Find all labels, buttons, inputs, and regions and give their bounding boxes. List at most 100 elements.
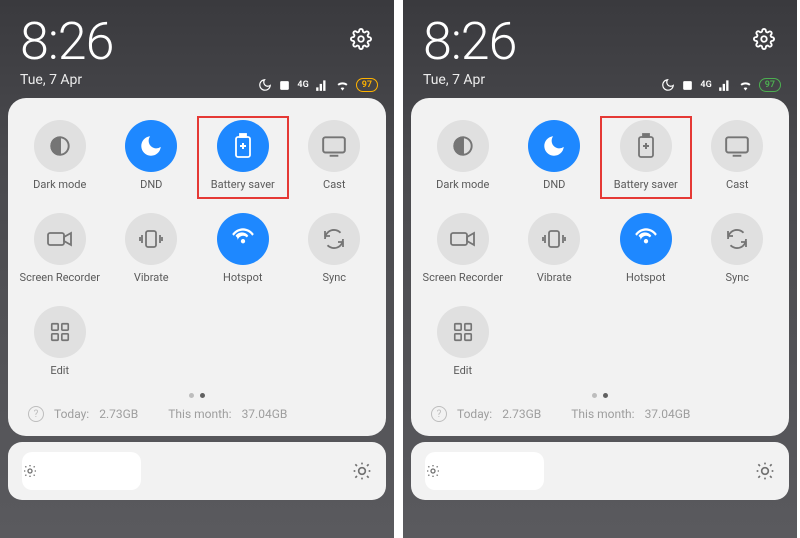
- clock: 8:26: [20, 16, 374, 68]
- toggle-dnd[interactable]: DND: [509, 116, 601, 199]
- cast-icon: [308, 120, 360, 172]
- settings-icon[interactable]: [350, 28, 372, 50]
- cast-icon: [711, 120, 763, 172]
- page-dot-active[interactable]: [603, 393, 608, 398]
- dnd-icon: [528, 120, 580, 172]
- sync-icon: [308, 213, 360, 265]
- page-dot[interactable]: [592, 393, 597, 398]
- toggle-sync[interactable]: Sync: [289, 209, 381, 292]
- toggle-hotspot[interactable]: Hotspot: [600, 209, 692, 292]
- status-bar: 8:26 Tue, 7 Apr 4G 97: [0, 0, 394, 92]
- toggle-grid: Dark mode DND Battery saver Cast Screen Reco…: [417, 116, 783, 385]
- toggle-grid: Dark mode DND Battery saver Cast Screen Reco…: [14, 116, 380, 385]
- toggle-label: Edit: [453, 364, 472, 377]
- battery-indicator: 97: [356, 78, 378, 92]
- toggle-cast[interactable]: Cast: [289, 116, 381, 199]
- quick-settings-panel: Dark mode DND Battery saver Cast Screen Reco…: [8, 98, 386, 436]
- toggle-label: Battery saver: [614, 178, 678, 191]
- toggle-label: Dark mode: [436, 178, 489, 191]
- sim-icon: [278, 79, 291, 92]
- toggle-vibrate[interactable]: Vibrate: [106, 209, 198, 292]
- page-dot-active[interactable]: [200, 393, 205, 398]
- toggle-label: Screen Recorder: [20, 271, 100, 284]
- toggle-label: Vibrate: [134, 271, 169, 284]
- dark-mode-icon: [437, 120, 489, 172]
- toggle-label: Vibrate: [537, 271, 572, 284]
- toggle-battery-saver[interactable]: Battery saver: [600, 116, 692, 199]
- signal-icon: [718, 79, 732, 91]
- brightness-high-icon: [352, 461, 372, 481]
- sync-icon: [711, 213, 763, 265]
- data-month-label: This month:: [168, 407, 231, 421]
- toggle-label: Screen Recorder: [423, 271, 503, 284]
- toggle-label: Dark mode: [33, 178, 86, 191]
- quick-settings-panel: Dark mode DND Battery saver Cast Screen Reco…: [411, 98, 789, 436]
- brightness-high-icon: [755, 461, 775, 481]
- recorder-icon: [437, 213, 489, 265]
- toggle-label: Edit: [50, 364, 69, 377]
- toggle-label: Cast: [323, 178, 345, 191]
- toggle-label: Sync: [725, 271, 749, 284]
- recorder-icon: [34, 213, 86, 265]
- data-month-value: 37.04GB: [242, 407, 288, 421]
- toggle-edit[interactable]: Edit: [417, 302, 509, 385]
- dnd-icon: [125, 120, 177, 172]
- battery-indicator: 97: [759, 78, 781, 92]
- status-bar: 8:26 Tue, 7 Apr 4G 97: [403, 0, 797, 92]
- sim-icon: [681, 79, 694, 92]
- vibrate-icon: [528, 213, 580, 265]
- status-icons: 4G 97: [661, 78, 781, 92]
- toggle-dark-mode[interactable]: Dark mode: [417, 116, 509, 199]
- wifi-icon: [335, 79, 350, 91]
- data-today-value: 2.73GB: [502, 407, 541, 421]
- clock: 8:26: [423, 16, 777, 68]
- toggle-dnd[interactable]: DND: [106, 116, 198, 199]
- wifi-icon: [738, 79, 753, 91]
- brightness-slider[interactable]: [411, 442, 789, 500]
- dnd-status-icon: [258, 78, 272, 92]
- toggle-label: Hotspot: [223, 271, 262, 284]
- data-today-label: Today:: [54, 407, 89, 421]
- toggle-dark-mode[interactable]: Dark mode: [14, 116, 106, 199]
- edit-icon: [437, 306, 489, 358]
- brightness-low-icon: [425, 463, 441, 479]
- toggle-label: Cast: [726, 178, 748, 191]
- data-month-value: 37.04GB: [645, 407, 691, 421]
- hotspot-icon: [620, 213, 672, 265]
- signal-icon: [315, 79, 329, 91]
- network-4g-icon: 4G: [297, 80, 308, 90]
- data-today-value: 2.73GB: [99, 407, 138, 421]
- dnd-status-icon: [661, 78, 675, 92]
- toggle-label: DND: [140, 178, 162, 191]
- toggle-battery-saver[interactable]: Battery saver: [197, 116, 289, 199]
- toggle-cast[interactable]: Cast: [692, 116, 784, 199]
- status-icons: 4G 97: [258, 78, 378, 92]
- toggle-label: Sync: [322, 271, 346, 284]
- phone-screenshot-left: 8:26 Tue, 7 Apr 4G 97 Dark mode DND Batter…: [0, 0, 397, 538]
- network-4g-icon: 4G: [700, 80, 711, 90]
- toggle-edit[interactable]: Edit: [14, 302, 106, 385]
- brightness-slider[interactable]: [8, 442, 386, 500]
- data-today-label: Today:: [457, 407, 492, 421]
- battery-saver-icon: [217, 120, 269, 172]
- settings-icon[interactable]: [753, 28, 775, 50]
- brightness-fill: [425, 452, 544, 490]
- battery-saver-icon: [620, 120, 672, 172]
- data-usage-row[interactable]: ? Today: 2.73GB This month: 37.04GB: [417, 398, 783, 426]
- hotspot-icon: [217, 213, 269, 265]
- data-usage-row[interactable]: ? Today: 2.73GB This month: 37.04GB: [14, 398, 380, 426]
- data-usage-icon: ?: [431, 406, 447, 422]
- toggle-sync[interactable]: Sync: [692, 209, 784, 292]
- toggle-label: Hotspot: [626, 271, 665, 284]
- dark-mode-icon: [34, 120, 86, 172]
- page-dot[interactable]: [189, 393, 194, 398]
- toggle-vibrate[interactable]: Vibrate: [509, 209, 601, 292]
- toggle-screen-recorder[interactable]: Screen Recorder: [14, 209, 106, 292]
- data-month-label: This month:: [571, 407, 634, 421]
- toggle-hotspot[interactable]: Hotspot: [197, 209, 289, 292]
- phone-screenshot-right: 8:26 Tue, 7 Apr 4G 97 Dark mode DND Batter…: [403, 0, 800, 538]
- edit-icon: [34, 306, 86, 358]
- brightness-fill: [22, 452, 141, 490]
- toggle-screen-recorder[interactable]: Screen Recorder: [417, 209, 509, 292]
- data-usage-icon: ?: [28, 406, 44, 422]
